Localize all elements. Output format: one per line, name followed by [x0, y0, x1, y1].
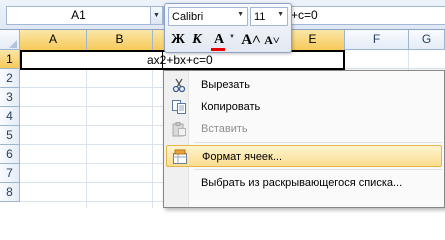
menu-item-format-cells[interactable]: Формат ячеек...: [166, 145, 442, 167]
menu-item-label: Вставить: [201, 123, 248, 135]
font-size-select[interactable]: 11 ▼: [250, 7, 288, 26]
menu-item-label: Выбрать из раскрывающегося списка...: [201, 177, 403, 189]
shrink-font-button[interactable]: A˅: [262, 30, 282, 50]
column-header-g[interactable]: G: [409, 30, 445, 50]
row-header-3[interactable]: 3: [0, 88, 20, 107]
menu-separator: [194, 169, 442, 170]
chevron-down-icon[interactable]: ▼: [277, 11, 284, 18]
paste-icon: [171, 121, 187, 137]
font-size-value: 11: [254, 11, 266, 23]
copy-icon: [171, 99, 187, 115]
menu-item-cut[interactable]: Вырезать: [166, 74, 442, 96]
menu-item-paste[interactable]: Вставить: [166, 118, 442, 140]
name-box-dropdown-icon[interactable]: ▼: [151, 6, 163, 25]
row-header-4[interactable]: 4: [0, 107, 20, 126]
column-header-f[interactable]: F: [345, 30, 409, 50]
menu-item-copy[interactable]: Копировать: [166, 96, 442, 118]
cell-value: ax2+bx+c=0: [147, 53, 213, 67]
font-color-button[interactable]: A: [209, 30, 229, 50]
select-all-corner[interactable]: [0, 30, 20, 50]
chevron-down-icon[interactable]: ▼: [229, 34, 235, 40]
row-header-6[interactable]: 6: [0, 145, 20, 164]
menu-item-label: Формат ячеек...: [202, 151, 283, 163]
column-header-b[interactable]: B: [87, 30, 153, 50]
bold-button[interactable]: Ж: [170, 30, 186, 50]
row-header-5[interactable]: 5: [0, 126, 20, 145]
font-name-select[interactable]: Calibri ▼: [168, 7, 248, 26]
text-cursor: [162, 52, 163, 68]
italic-button[interactable]: К: [189, 30, 205, 50]
menu-item-label: Вырезать: [201, 79, 250, 91]
grow-font-button[interactable]: A˄: [241, 30, 261, 50]
row-header-2[interactable]: 2: [0, 69, 20, 88]
chevron-down-icon[interactable]: ▼: [237, 11, 244, 18]
menu-separator: [194, 142, 442, 143]
name-box[interactable]: A1: [6, 6, 151, 25]
row-header-1[interactable]: 1: [0, 50, 20, 69]
scissors-icon: [171, 77, 187, 93]
column-header-a[interactable]: A: [20, 30, 87, 50]
row-header-7[interactable]: 7: [0, 164, 20, 183]
menu-item-pick-from-list[interactable]: Выбрать из раскрывающегося списка...: [166, 172, 442, 194]
formula-text: +c=0: [291, 8, 318, 22]
mini-toolbar: Calibri ▼ 11 ▼ Ж К A ▼ A˄ A˅: [164, 3, 292, 53]
menu-item-label: Копировать: [201, 101, 261, 113]
context-menu: Вырезать Копировать Вставить Формат ячее…: [163, 70, 445, 208]
font-color-swatch: [211, 48, 225, 51]
row-header-8[interactable]: 8: [0, 183, 20, 202]
font-name-value: Calibri: [172, 11, 204, 23]
format-cells-icon: [172, 149, 188, 165]
